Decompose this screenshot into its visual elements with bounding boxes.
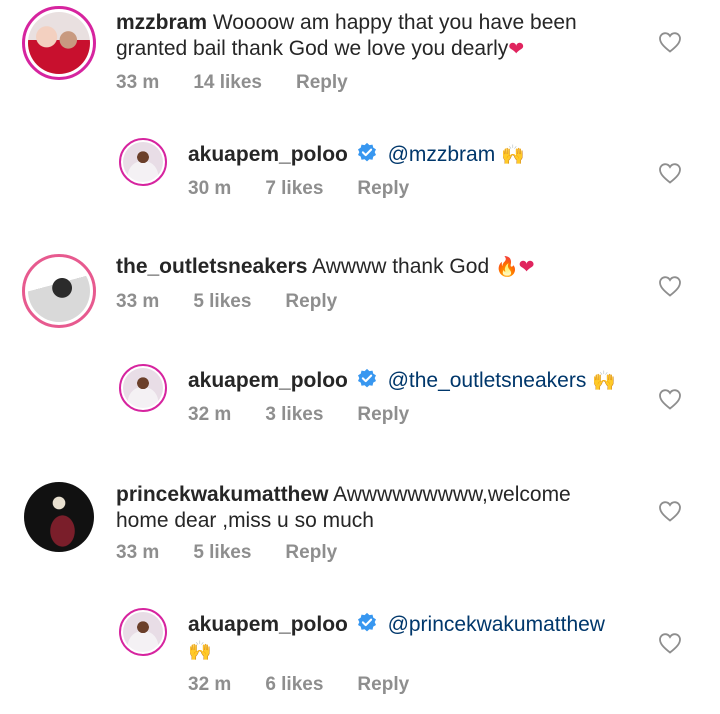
- reply-button[interactable]: Reply: [357, 178, 409, 200]
- comment-username[interactable]: mzzbram: [116, 11, 207, 34]
- comment-meta: 33 m 5 likes Reply: [116, 291, 371, 313]
- comment-text: princekwakumatthew Awwwwwwwww,welcome ho…: [116, 483, 571, 532]
- comment-time: 33 m: [116, 291, 160, 312]
- likes-count[interactable]: 5 likes: [193, 291, 251, 313]
- avatar[interactable]: [24, 482, 94, 552]
- comment-text: mzzbram Woooow am happy that you have be…: [116, 11, 577, 60]
- fire-heart-emoji: 🔥❤: [494, 256, 535, 278]
- avatar[interactable]: [22, 254, 96, 328]
- verified-badge-icon: [357, 612, 376, 632]
- likes-count[interactable]: 14 likes: [193, 72, 262, 94]
- comment-text: akuapem_poloo @the_outletsneakers 🙌: [188, 368, 648, 394]
- comment-username[interactable]: akuapem_poloo: [188, 143, 348, 166]
- comment-time: 32 m: [188, 674, 232, 695]
- praise-hands-emoji: 🙌: [592, 370, 616, 392]
- comment-time: 33 m: [116, 72, 160, 93]
- comment-meta: 33 m 5 likes Reply: [116, 542, 371, 564]
- mention-link[interactable]: @mzzbram: [388, 143, 496, 166]
- reply-button[interactable]: Reply: [357, 674, 409, 696]
- like-heart-icon[interactable]: [658, 388, 682, 410]
- likes-count[interactable]: 5 likes: [193, 542, 251, 564]
- comment-username[interactable]: the_outletsneakers: [116, 255, 307, 278]
- like-heart-icon[interactable]: [658, 162, 682, 184]
- likes-count[interactable]: 6 likes: [265, 674, 323, 696]
- comment-text: the_outletsneakers Awwww thank God 🔥❤: [116, 255, 535, 278]
- verified-badge-icon: [357, 142, 376, 162]
- likes-count[interactable]: 7 likes: [265, 178, 323, 200]
- comment-meta: 32 m 6 likes Reply: [188, 674, 443, 696]
- like-heart-icon[interactable]: [658, 275, 682, 297]
- praise-hands-emoji: 🙌: [501, 144, 525, 166]
- avatar[interactable]: [119, 608, 167, 656]
- comment-text: akuapem_poloo @princekwakumatthew 🙌: [188, 612, 628, 664]
- heart-emoji: ❤: [508, 38, 525, 60]
- verified-badge-icon: [357, 368, 376, 388]
- praise-hands-emoji: 🙌: [188, 640, 212, 662]
- like-heart-icon[interactable]: [658, 500, 682, 522]
- comment-time: 33 m: [116, 542, 160, 563]
- comment-meta: 30 m 7 likes Reply: [188, 178, 443, 200]
- likes-count[interactable]: 3 likes: [265, 404, 323, 426]
- comment-meta: 32 m 3 likes Reply: [188, 404, 443, 426]
- avatar[interactable]: [119, 138, 167, 186]
- comment-time: 32 m: [188, 404, 232, 425]
- mention-link[interactable]: @princekwakumatthew: [388, 613, 605, 636]
- like-heart-icon[interactable]: [658, 632, 682, 654]
- comment-username[interactable]: akuapem_poloo: [188, 369, 348, 392]
- comment-username[interactable]: akuapem_poloo: [188, 613, 348, 636]
- comment-username[interactable]: princekwakumatthew: [116, 483, 328, 506]
- comment-text: akuapem_poloo @mzzbram 🙌: [188, 142, 628, 168]
- avatar[interactable]: [119, 364, 167, 412]
- like-heart-icon[interactable]: [658, 31, 682, 53]
- reply-button[interactable]: Reply: [285, 542, 337, 564]
- comment-meta: 33 m 14 likes Reply: [116, 72, 382, 94]
- reply-button[interactable]: Reply: [357, 404, 409, 426]
- mention-link[interactable]: @the_outletsneakers: [388, 369, 587, 392]
- reply-button[interactable]: Reply: [296, 72, 348, 94]
- avatar[interactable]: [22, 6, 96, 80]
- reply-button[interactable]: Reply: [285, 291, 337, 313]
- comment-time: 30 m: [188, 178, 232, 199]
